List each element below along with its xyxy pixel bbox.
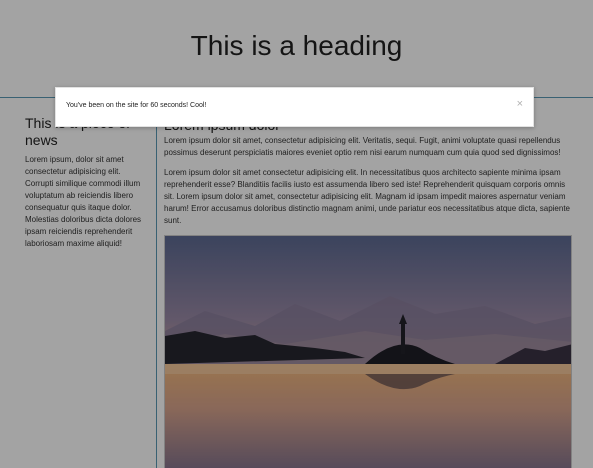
modal-backdrop[interactable] bbox=[0, 0, 593, 468]
toast-message: You've been on the site for 60 seconds! … bbox=[66, 102, 207, 109]
page: This is a heading This is a piece of new… bbox=[0, 0, 593, 468]
close-icon[interactable]: × bbox=[517, 98, 523, 110]
notification-toast: You've been on the site for 60 seconds! … bbox=[55, 87, 534, 127]
